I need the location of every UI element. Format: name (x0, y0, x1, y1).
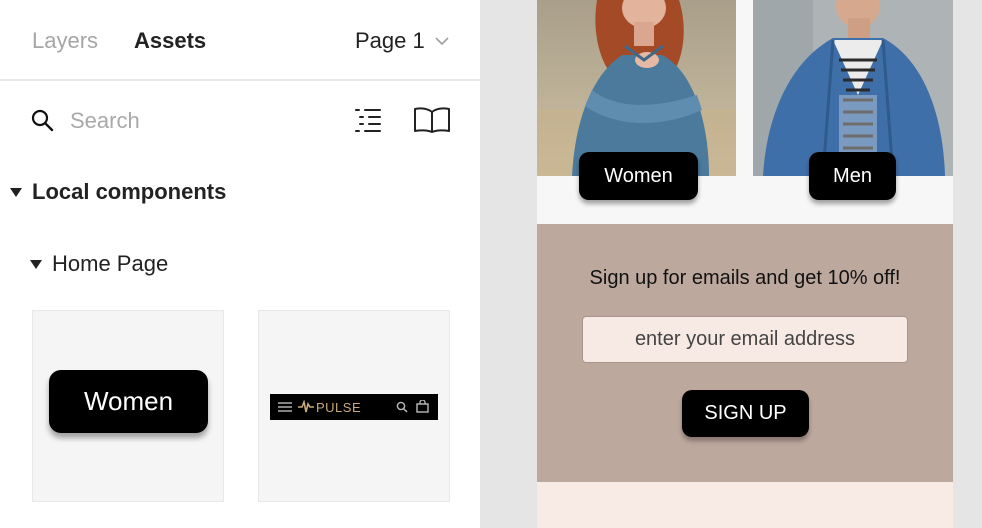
component-tile-navbar[interactable]: PULSE (258, 310, 450, 502)
home-page-frame[interactable]: Women Men Sign up for emails and get 10%… (537, 0, 953, 528)
pulse-logo-text: PULSE (316, 399, 362, 415)
list-view-icon[interactable] (354, 107, 382, 133)
search-input[interactable] (70, 106, 320, 136)
women-category-button[interactable]: Women (579, 152, 698, 200)
library-book-icon[interactable] (413, 107, 451, 133)
men-category-button[interactable]: Men (809, 152, 896, 200)
signup-heading: Sign up for emails and get 10% off! (589, 267, 901, 289)
search-icon (396, 401, 408, 413)
women-button-preview-label: Women (83, 386, 174, 416)
menu-icon (278, 402, 292, 412)
caret-down-icon (30, 259, 42, 269)
women-category-button-label: Women (604, 164, 673, 187)
men-category-button-label: Men (833, 164, 872, 187)
caret-down-icon (10, 187, 22, 197)
men-category-photo (753, 0, 953, 176)
panel-tab-bar: Layers Assets Page 1 (0, 0, 480, 81)
component-tile-women-button[interactable]: Women (32, 310, 224, 502)
footer-band (537, 482, 953, 528)
search-icon (31, 109, 54, 132)
home-page-group-header[interactable]: Home Page (30, 250, 168, 278)
design-canvas[interactable]: Women Men Sign up for emails and get 10%… (480, 0, 982, 528)
chevron-down-icon (435, 36, 449, 45)
local-components-header[interactable]: Local components (10, 178, 226, 206)
pulse-logo: PULSE (298, 398, 361, 416)
pulse-logo-mark-icon (298, 400, 314, 413)
page-selector-label: Page 1 (355, 28, 425, 53)
sign-up-button[interactable]: SIGN UP (682, 390, 809, 437)
tab-layers[interactable]: Layers (32, 27, 98, 55)
navbar-preview: PULSE (270, 394, 438, 420)
home-page-group-title: Home Page (52, 251, 169, 276)
email-signup-section: Sign up for emails and get 10% off! SIGN… (537, 224, 953, 482)
tab-assets[interactable]: Assets (134, 27, 206, 55)
local-components-title: Local components (32, 179, 227, 204)
email-field[interactable] (582, 316, 908, 363)
page-selector[interactable]: Page 1 (355, 27, 449, 55)
women-category-photo (537, 0, 736, 176)
search-row (0, 82, 480, 160)
women-button-preview: Women (49, 370, 208, 433)
assets-panel: Layers Assets Page 1 Local components (0, 0, 480, 528)
sign-up-button-label: SIGN UP (704, 402, 787, 424)
bag-icon (416, 400, 429, 413)
